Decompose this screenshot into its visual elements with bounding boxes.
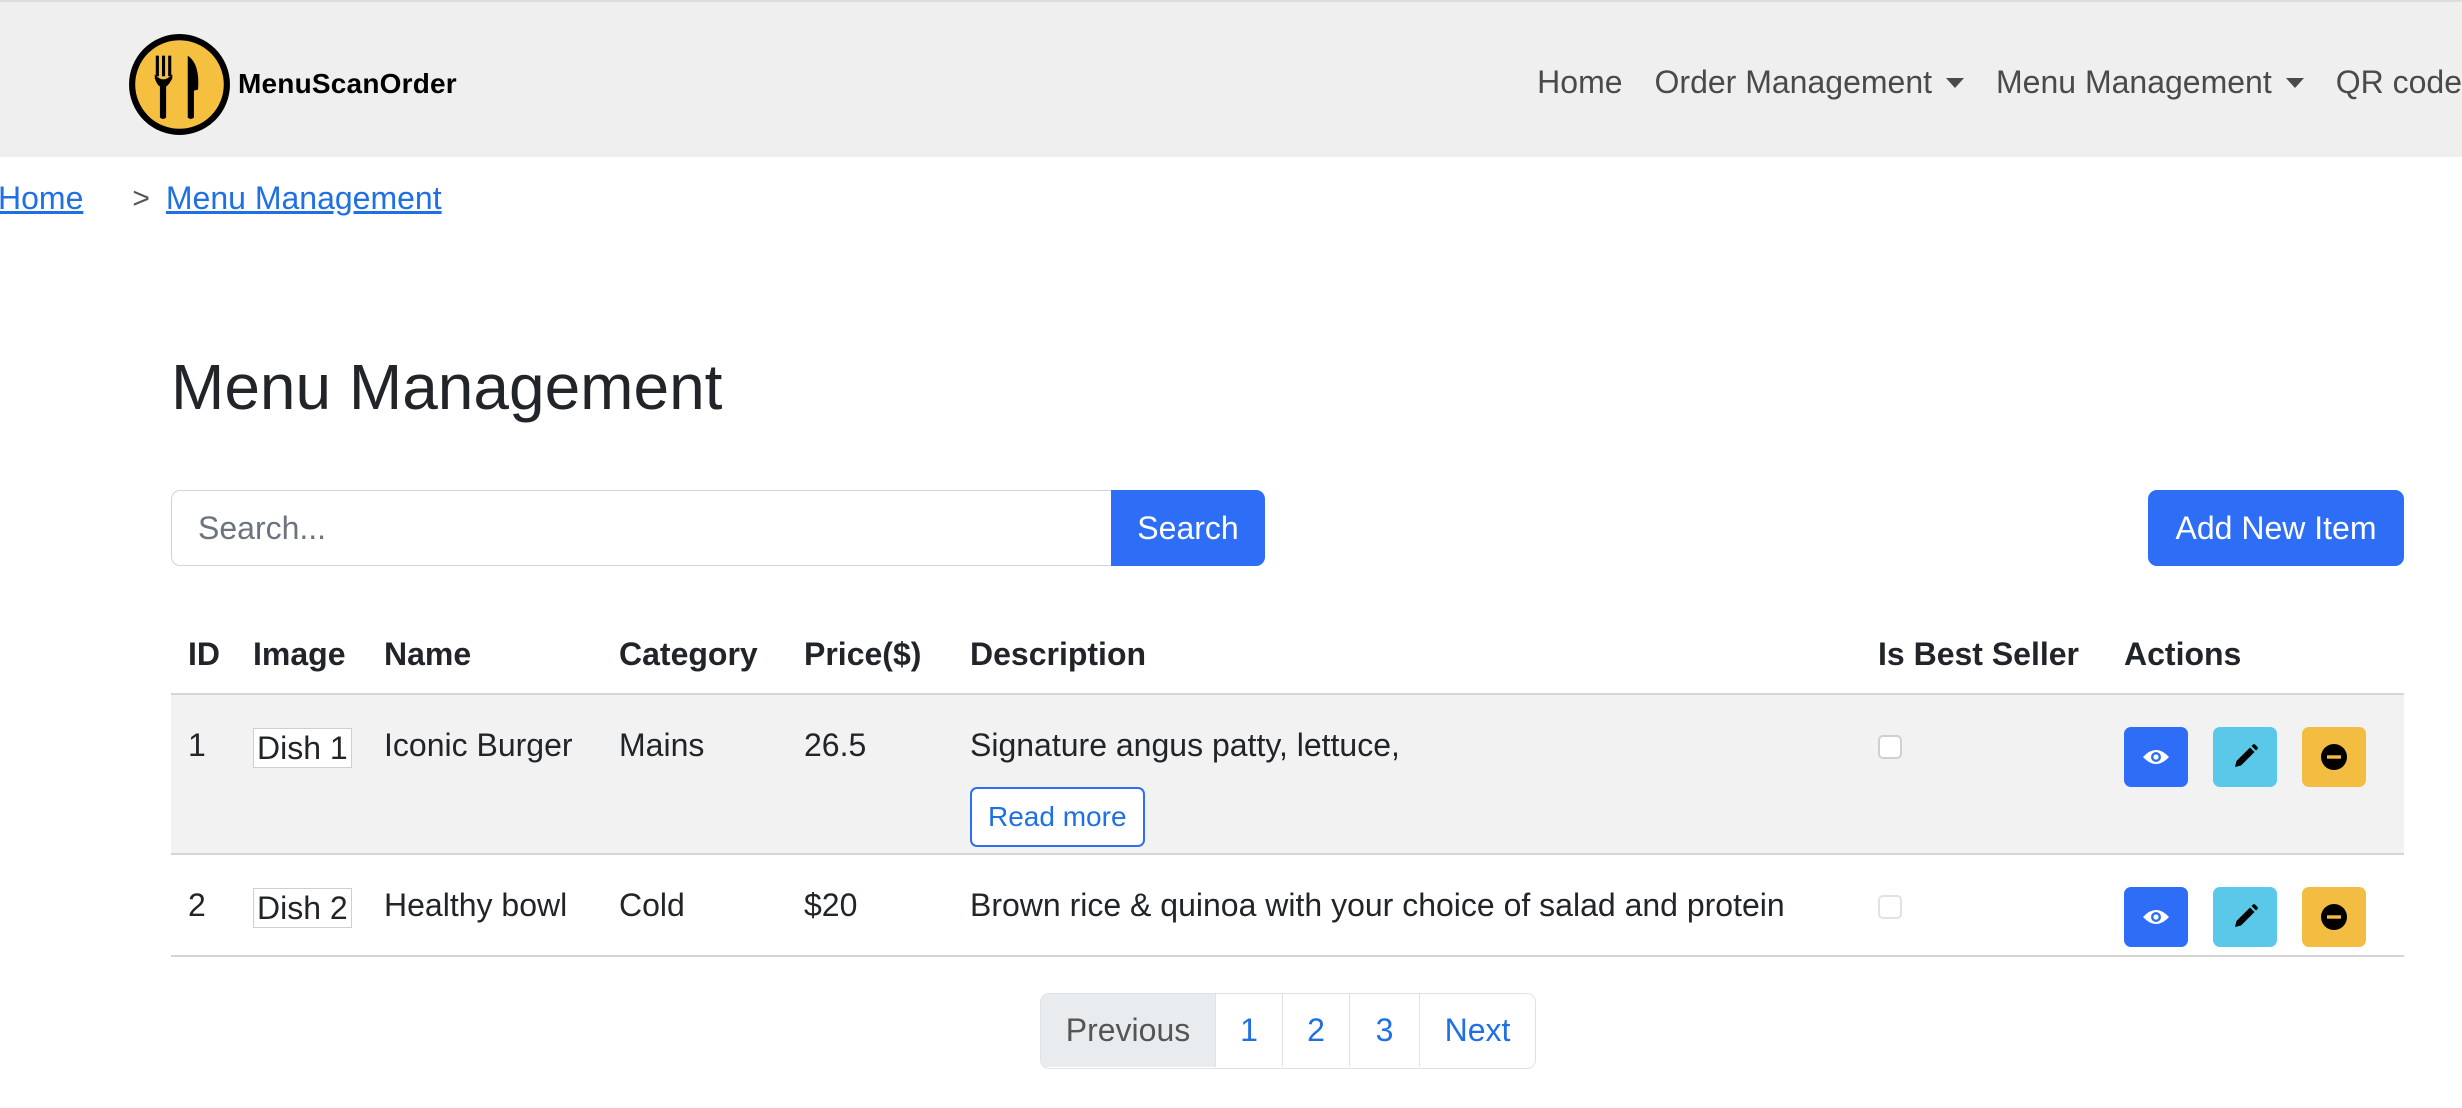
breadcrumb-separator: >: [132, 181, 150, 215]
cell-description: Signature angus patty, lettuce, Read mor…: [953, 694, 1861, 855]
edit-button[interactable]: [2213, 727, 2277, 787]
minus-circle-icon: [2321, 744, 2347, 770]
row-name: Healthy bowl: [384, 887, 568, 923]
best-seller-checkbox[interactable]: [1878, 735, 1902, 759]
add-new-item-button[interactable]: Add New Item: [2148, 490, 2404, 566]
row-actions: [2124, 887, 2404, 947]
nav-qr-code-label: QR code: [2335, 63, 2462, 100]
row-category: Cold: [619, 887, 685, 923]
delete-button[interactable]: [2302, 727, 2366, 787]
cell-id: 2: [171, 854, 236, 957]
best-seller-checkbox[interactable]: [1878, 895, 1902, 919]
cell-image: Dish 1: [236, 694, 367, 855]
cell-name: Iconic Burger: [367, 694, 602, 855]
cell-best-seller: [1861, 854, 2107, 957]
nav-qr-code[interactable]: QR code: [2336, 64, 2462, 101]
nav-links: Home Order Management Menu Management QR…: [1537, 60, 2462, 104]
breadcrumb-home-link[interactable]: Home: [0, 180, 83, 217]
row-price: 26.5: [804, 727, 867, 763]
row-description: Signature angus patty, lettuce,: [970, 727, 1400, 763]
row-id: 2: [188, 887, 206, 923]
pagination-page-1[interactable]: 1: [1215, 994, 1282, 1067]
menu-items-table: ID Image Name Category Price($) Descript…: [171, 616, 2404, 957]
breadcrumb-menu-management-link[interactable]: Menu Management: [166, 180, 442, 217]
nav-order-management-dropdown[interactable]: Order Management: [1655, 64, 1964, 101]
fork-knife-logo-icon: [129, 33, 230, 135]
cell-description: Brown rice & quinoa with your choice of …: [953, 854, 1861, 957]
breadcrumb: Home > Menu Management: [0, 180, 442, 217]
minus-circle-icon: [2321, 904, 2347, 930]
row-description: Brown rice & quinoa with your choice of …: [970, 887, 1785, 923]
cell-image: Dish 2: [236, 854, 367, 957]
table-row: 1 Dish 1 Iconic Burger Mains 26.5 Signat…: [171, 694, 2404, 855]
row-price: $20: [804, 887, 858, 923]
search-group: Search: [171, 490, 1265, 566]
pencil-icon: [2235, 744, 2258, 767]
cell-id: 1: [171, 694, 236, 855]
caret-down-icon: [1946, 78, 1964, 88]
pagination: Previous 1 2 3 Next: [1040, 993, 1536, 1069]
row-name: Iconic Burger: [384, 727, 573, 763]
top-navbar: MenuScanOrder Home Order Management Menu…: [0, 0, 2462, 157]
header-image: Image: [236, 616, 367, 695]
dish-image: Dish 2: [253, 888, 352, 928]
search-button[interactable]: Search: [1111, 490, 1265, 566]
header-description: Description: [953, 616, 1861, 695]
pencil-icon: [2235, 904, 2258, 927]
eye-icon: [2143, 910, 2169, 924]
pagination-previous[interactable]: Previous: [1041, 994, 1215, 1067]
caret-down-icon: [2285, 78, 2304, 88]
cell-name: Healthy bowl: [367, 854, 602, 957]
header-best-seller: Is Best Seller: [1861, 616, 2107, 695]
pagination-page-3[interactable]: 3: [1349, 994, 1419, 1067]
cell-category: Mains: [602, 694, 787, 855]
nav-menu-management-label: Menu Management: [1996, 63, 2272, 100]
page-title: Menu Management: [171, 351, 723, 423]
header-name: Name: [367, 616, 602, 695]
header-category: Category: [602, 616, 787, 695]
nav-home-label: Home: [1537, 63, 1623, 100]
delete-button[interactable]: [2302, 887, 2366, 947]
search-input[interactable]: [171, 490, 1111, 566]
edit-button[interactable]: [2213, 887, 2277, 947]
nav-order-management-label: Order Management: [1654, 63, 1932, 100]
table-header-row: ID Image Name Category Price($) Descript…: [171, 616, 2404, 695]
dish-image: Dish 1: [253, 728, 352, 768]
cell-actions: [2107, 694, 2404, 855]
pagination-next[interactable]: Next: [1419, 994, 1535, 1067]
row-actions: [2124, 727, 2404, 787]
view-button[interactable]: [2124, 887, 2188, 947]
pagination-page-2[interactable]: 2: [1282, 994, 1349, 1067]
cell-best-seller: [1861, 694, 2107, 855]
brand-logo-link[interactable]: MenuScanOrder: [128, 32, 457, 136]
cell-price: 26.5: [787, 694, 953, 855]
header-actions: Actions: [2107, 616, 2404, 695]
eye-icon: [2143, 750, 2169, 764]
cell-price: $20: [787, 854, 953, 957]
header-id: ID: [171, 616, 236, 695]
read-more-button[interactable]: Read more: [970, 787, 1145, 847]
cell-category: Cold: [602, 854, 787, 957]
row-id: 1: [188, 727, 206, 763]
view-button[interactable]: [2124, 727, 2188, 787]
row-category: Mains: [619, 727, 705, 763]
cell-actions: [2107, 854, 2404, 957]
brand-name: MenuScanOrder: [238, 68, 457, 99]
nav-home[interactable]: Home: [1537, 64, 1622, 101]
header-price: Price($): [787, 616, 953, 695]
nav-menu-management-dropdown[interactable]: Menu Management: [1996, 64, 2304, 101]
table-row: 2 Dish 2 Healthy bowl Cold $20 Brown ric…: [171, 854, 2404, 957]
